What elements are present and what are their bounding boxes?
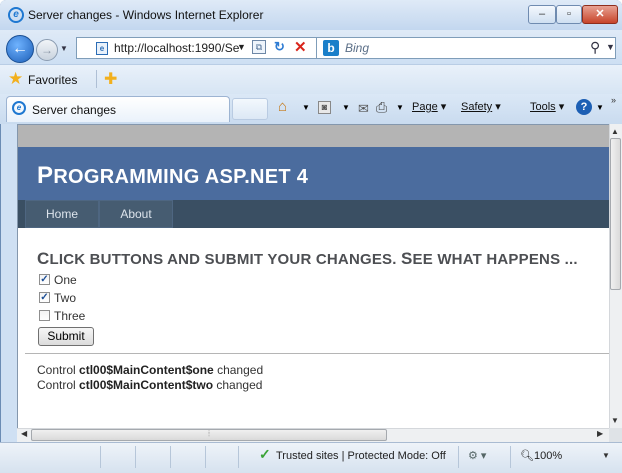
help-icon[interactable]: ? — [576, 99, 592, 115]
nav-home[interactable]: Home — [25, 200, 99, 228]
page-icon: e — [96, 42, 108, 55]
status-divider — [100, 446, 101, 468]
search-icon[interactable]: ⚲ — [590, 39, 600, 56]
status-divider — [135, 446, 136, 468]
address-dropdown-icon[interactable]: ▼ — [237, 42, 246, 52]
back-arrow-icon[interactable]: ← — [6, 35, 34, 63]
tab-ie-icon: e — [12, 101, 26, 115]
tab-title[interactable]: Server changes — [32, 103, 116, 117]
feeds-icon[interactable]: ◙ — [318, 101, 331, 114]
heading-part-2: EE WHAT HAPPENS ... — [412, 251, 578, 268]
security-check-icon: ✓ — [259, 446, 271, 462]
log-suffix: changed — [213, 378, 263, 392]
ie-logo-icon: e — [8, 7, 24, 23]
scroll-down-arrow-icon[interactable]: ▼ — [611, 416, 619, 425]
close-button[interactable]: ✕ — [582, 5, 618, 24]
recent-pages-dropdown-icon[interactable]: ▼ — [60, 44, 68, 53]
nav-about[interactable]: About — [99, 200, 173, 228]
status-divider — [170, 446, 171, 468]
favorites-divider — [96, 70, 97, 88]
scroll-up-arrow-icon[interactable]: ▲ — [611, 127, 619, 136]
page-top-strip — [18, 125, 609, 147]
help-dropdown-icon[interactable]: ▼ — [596, 103, 604, 112]
change-log-line: Control ctl00$MainContent$two changed — [37, 378, 262, 392]
home-dropdown-icon[interactable]: ▼ — [302, 103, 310, 112]
home-icon[interactable]: ⌂ — [278, 98, 287, 115]
zoom-icon: 🔍︎ — [520, 450, 534, 462]
log-control-id: ctl00$MainContent$one — [79, 363, 214, 377]
log-suffix: changed — [213, 363, 264, 377]
maximize-button[interactable]: ▫ — [556, 5, 582, 24]
window-title: Server changes - Windows Internet Explor… — [28, 8, 264, 22]
heading-initial-2: S — [401, 249, 413, 268]
checkbox-three-box[interactable] — [39, 310, 50, 321]
refresh-icon[interactable]: ↻ — [274, 39, 285, 55]
compatibility-view-icon[interactable]: ⧉ — [252, 40, 266, 54]
mail-icon[interactable]: ✉ — [358, 101, 369, 117]
site-title-initial: P — [37, 162, 54, 189]
zoom-dropdown-icon[interactable]: ▼ — [602, 451, 610, 460]
status-divider — [510, 446, 511, 468]
favorites-bar — [0, 64, 622, 94]
favorites-star-icon[interactable]: ★ — [8, 69, 23, 89]
site-title-rest: ROGRAMMING ASP.NET 4 — [53, 166, 309, 188]
divider — [25, 353, 609, 354]
safety-menu[interactable]: Safety ▾ — [461, 100, 501, 113]
address-url[interactable]: http://localhost:1990/Se — [114, 41, 239, 55]
zoom-value: 100% — [533, 450, 563, 462]
feeds-dropdown-icon[interactable]: ▼ — [342, 103, 350, 112]
forward-arrow-icon[interactable]: → — [36, 39, 58, 61]
add-to-favorites-icon[interactable]: ✚ — [104, 69, 117, 89]
vertical-scroll-thumb[interactable] — [610, 138, 621, 290]
checkbox-one-label[interactable]: One — [54, 273, 77, 287]
submit-button[interactable]: Submit — [38, 327, 94, 346]
page-menu-label: Page — [412, 101, 438, 113]
status-divider — [205, 446, 206, 468]
tools-menu[interactable]: Tools ▾ — [530, 100, 564, 113]
site-title: PROGRAMMING ASP.NET 4 — [37, 162, 308, 190]
change-log-line: Control ctl00$MainContent$one changed — [37, 363, 263, 377]
security-zone-status[interactable]: Trusted sites | Protected Mode: Off — [276, 450, 446, 462]
horizontal-scroll-thumb[interactable]: ⦙ — [31, 429, 387, 441]
log-prefix: Control — [37, 378, 80, 392]
heading-part-1: LICK BUTTONS AND SUBMIT YOUR CHANGES. — [49, 251, 401, 268]
log-control-id: ctl00$MainContent$two — [79, 378, 214, 392]
checkbox-three-label[interactable]: Three — [54, 309, 85, 323]
bing-logo-icon: b — [323, 40, 339, 56]
status-divider — [458, 446, 459, 468]
more-commands-chevron-icon[interactable]: » — [611, 95, 616, 105]
new-tab-button[interactable] — [232, 98, 268, 120]
print-icon[interactable]: ⎙ — [376, 99, 387, 116]
stop-icon[interactable]: ✕ — [294, 38, 307, 56]
page-menu[interactable]: Page ▾ — [412, 100, 446, 113]
safety-menu-label: Safety — [461, 101, 493, 113]
scroll-right-arrow-icon[interactable]: ▶ — [597, 429, 603, 438]
zoom-level[interactable]: 🔍︎100% — [520, 449, 562, 462]
page-heading: CLICK BUTTONS AND SUBMIT YOUR CHANGES. S… — [37, 249, 578, 269]
addon-status-icon[interactable]: ⚙ ▾ — [468, 449, 486, 462]
heading-initial-1: C — [37, 249, 50, 268]
search-dropdown-icon[interactable]: ▼ — [606, 42, 615, 52]
tools-menu-label: Tools — [530, 101, 556, 113]
scroll-left-arrow-icon[interactable]: ◀ — [21, 429, 27, 438]
scrollbar-corner — [609, 428, 622, 442]
log-prefix: Control — [37, 363, 80, 377]
checkbox-two-box[interactable]: ✓ — [39, 292, 50, 303]
checkbox-one-box[interactable]: ✓ — [39, 274, 50, 285]
checkbox-two-label[interactable]: Two — [54, 291, 76, 305]
print-dropdown-icon[interactable]: ▼ — [396, 103, 404, 112]
search-placeholder[interactable]: Bing — [345, 41, 369, 55]
minimize-button[interactable]: – — [528, 5, 556, 24]
favorites-button[interactable]: Favorites — [28, 73, 77, 87]
status-divider — [238, 446, 239, 468]
